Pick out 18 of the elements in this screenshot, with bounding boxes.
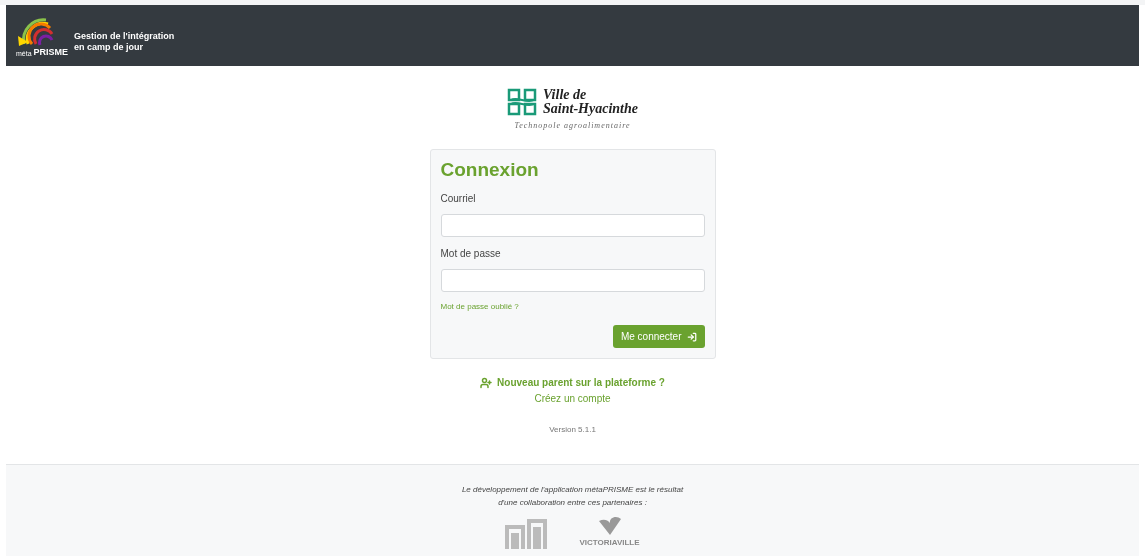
city-logo: Ville de Saint-Hyacinthe Technopole agroalimentaire — [507, 88, 638, 132]
signup-question: Nouveau parent sur la plateforme ? — [497, 376, 665, 390]
version-text: Version 5.1.1 — [549, 424, 596, 436]
partner-logo: VICTORIAVILLE — [579, 515, 640, 549]
forgot-password-link[interactable]: Mot de passe oublié ? — [440, 301, 519, 313]
partner-logo — [505, 517, 550, 549]
create-account-link[interactable]: Créez un compte — [534, 391, 611, 406]
add-user-icon — [480, 376, 493, 389]
input-field[interactable] — [440, 269, 705, 292]
app-title: Gestion de l'intégration — [74, 30, 175, 42]
login-button[interactable]: Me connecter — [612, 325, 705, 348]
footer-text: Le développement de l'application métaPRISME est le résultat d'une collaboration entre ces partenaires : — [461, 484, 684, 509]
field-label: Courriel — [440, 192, 476, 206]
input-field[interactable] — [440, 214, 705, 237]
app-subtitle: en camp de jour — [74, 41, 145, 53]
field-label: Mot de passe — [440, 247, 501, 261]
login-icon — [686, 331, 697, 342]
login-title: Connexion — [440, 158, 540, 182]
